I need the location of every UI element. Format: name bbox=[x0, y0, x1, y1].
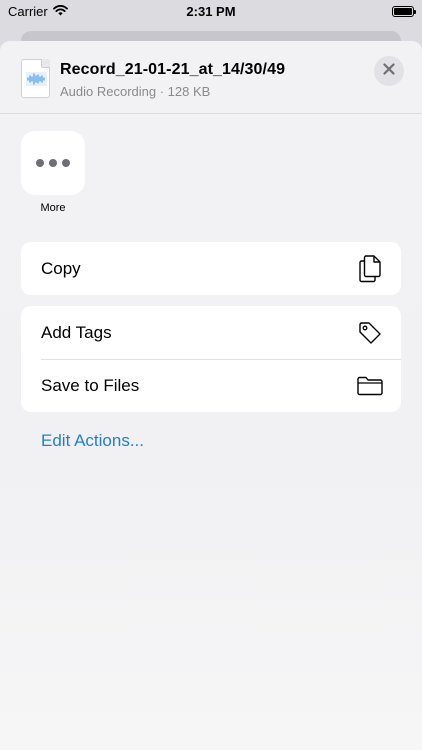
status-bar: Carrier 2:31 PM bbox=[0, 0, 422, 22]
close-button[interactable] bbox=[374, 56, 404, 86]
file-subtitle: Audio Recording · 128 KB bbox=[60, 84, 211, 99]
status-left: Carrier bbox=[8, 4, 68, 19]
close-icon bbox=[383, 62, 395, 80]
more-apps-button[interactable] bbox=[21, 131, 85, 195]
action-group-copy: Copy bbox=[21, 242, 401, 295]
folder-icon bbox=[357, 373, 383, 399]
add-tags-action[interactable]: Add Tags bbox=[21, 306, 401, 359]
save-to-files-action[interactable]: Save to Files bbox=[21, 359, 401, 412]
action-group-tags-files: Add Tags Save to Files bbox=[21, 306, 401, 412]
battery-icon bbox=[392, 5, 416, 17]
edit-actions-link[interactable]: Edit Actions... bbox=[41, 431, 144, 451]
save-to-files-label: Save to Files bbox=[41, 375, 140, 395]
share-sheet-screen: Carrier 2:31 PM Record_21-01-21_at_14/30… bbox=[0, 0, 422, 750]
copy-action[interactable]: Copy bbox=[21, 242, 401, 295]
copy-label: Copy bbox=[41, 258, 81, 278]
share-sheet: Record_21-01-21_at_14/30/49 Audio Record… bbox=[0, 41, 422, 750]
wifi-icon bbox=[52, 4, 68, 19]
tag-icon bbox=[357, 320, 383, 346]
more-dots-icon bbox=[36, 159, 44, 167]
carrier-label: Carrier bbox=[8, 3, 48, 19]
more-apps-label: More bbox=[40, 202, 66, 214]
share-sheet-header: Record_21-01-21_at_14/30/49 Audio Record… bbox=[0, 41, 422, 114]
audio-file-icon bbox=[21, 59, 50, 98]
add-tags-label: Add Tags bbox=[41, 322, 112, 342]
file-name: Record_21-01-21_at_14/30/49 bbox=[60, 61, 286, 78]
copy-documents-icon bbox=[357, 254, 383, 282]
